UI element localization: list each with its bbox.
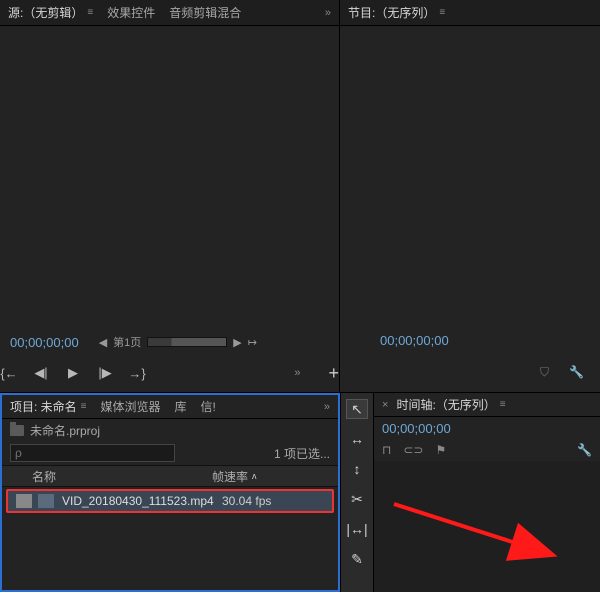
tab-source[interactable]: 源:（无剪辑） ≡ — [8, 4, 93, 21]
project-panel: 项目: 未命名 ≡ 媒体浏览器 库 信! » 未命名.prproj 1 项已选.… — [0, 393, 340, 592]
tool-slip[interactable]: |↔| — [346, 519, 368, 539]
timeline-prefix-icon: × — [382, 399, 388, 411]
tool-selection[interactable]: ↖ — [346, 399, 368, 419]
tool-strip: ↖ ↔ ↕ ✂ |↔| ✎ — [340, 393, 374, 592]
media-name: VID_20180430_111523.mp4 — [62, 494, 222, 508]
project-search-row: 1 项已选... — [2, 441, 338, 465]
column-name[interactable]: 名称 — [2, 468, 212, 485]
marker-tool[interactable]: ⚑ — [435, 443, 446, 457]
media-fps: 30.04 fps — [222, 494, 271, 508]
item-count-label: 1 项已选... — [274, 445, 330, 462]
bin-icon — [10, 425, 24, 436]
transport-overflow-icon[interactable]: » — [294, 367, 300, 379]
tool-ripple-edit[interactable]: ↕ — [346, 459, 368, 479]
tabs-overflow-icon[interactable]: » — [325, 7, 331, 19]
panel-menu-icon[interactable]: ≡ — [500, 399, 506, 410]
media-item-row[interactable]: VID_20180430_111523.mp4 30.04 fps — [6, 489, 334, 513]
wrench-icon[interactable]: 🔧 — [569, 365, 584, 379]
source-transport: {← ◀| ▶ |▶ →} » + — [0, 354, 339, 392]
tab-effect-controls[interactable]: 效果控件 — [107, 4, 155, 21]
timeline-tracks-area[interactable] — [374, 461, 600, 592]
project-file-row: 未命名.prproj — [2, 419, 338, 441]
pager-end-icon[interactable]: ↦ — [248, 336, 257, 349]
source-viewer — [0, 26, 339, 330]
tab-source-label: 源:（无剪辑） — [8, 4, 83, 21]
play-button[interactable]: ▶ — [64, 364, 82, 382]
program-timebar: 00;00;00;00 — [340, 328, 600, 352]
program-tabs: 节目:（无序列） ≡ — [340, 0, 600, 26]
tab-project-label: 项目: 未命名 — [10, 398, 77, 415]
tab-info[interactable]: 信! — [201, 398, 216, 415]
source-tabs: 源:（无剪辑） ≡ 效果控件 音频剪辑混合 » — [0, 0, 339, 26]
mark-in-button[interactable]: {← — [0, 364, 18, 382]
tab-audio-clip-mixer[interactable]: 音频剪辑混合 — [169, 4, 241, 21]
link-toggle[interactable]: ⊂⊃ — [403, 443, 423, 457]
panel-menu-icon[interactable]: ≡ — [87, 7, 93, 18]
step-back-button[interactable]: ◀| — [32, 364, 50, 382]
program-viewer — [340, 26, 600, 328]
column-fps-label: 帧速率 — [212, 468, 248, 485]
tab-program[interactable]: 节目:（无序列） ≡ — [348, 4, 445, 21]
timeline-timecode[interactable]: 00;00;00;00 — [374, 417, 600, 439]
mark-out-button[interactable]: →} — [128, 364, 146, 382]
project-list-header: 名称 帧速率 ʌ — [2, 465, 338, 487]
timeline-toolbar: ⊓ ⊂⊃ ⚑ 🔧 — [374, 439, 600, 461]
project-tabs: 项目: 未命名 ≡ 媒体浏览器 库 信! » — [2, 395, 338, 419]
tool-razor[interactable]: ✂ — [346, 489, 368, 509]
pager-prev-icon[interactable]: ◀ — [99, 336, 107, 349]
shield-icon[interactable]: ⛉ — [540, 365, 549, 380]
pager-track[interactable] — [147, 337, 227, 347]
program-bottom-bar: ⛉ 🔧 — [340, 352, 600, 392]
panel-menu-icon[interactable]: ≡ — [81, 401, 87, 412]
add-button[interactable]: + — [328, 363, 339, 384]
tab-media-browser[interactable]: 媒体浏览器 — [101, 398, 161, 415]
tool-pen[interactable]: ✎ — [346, 549, 368, 569]
timeline-settings[interactable]: 🔧 — [577, 443, 592, 457]
source-pager[interactable]: ◀ 第1页 ▶ ↦ — [99, 334, 257, 350]
tabs-overflow-icon[interactable]: » — [324, 401, 330, 413]
project-file-name: 未命名.prproj — [30, 422, 100, 439]
video-file-icon — [38, 494, 54, 508]
source-panel: 源:（无剪辑） ≡ 效果控件 音频剪辑混合 » 00;00;00;00 ◀ 第1… — [0, 0, 340, 392]
search-input[interactable] — [10, 444, 175, 462]
source-timebar: 00;00;00;00 ◀ 第1页 ▶ ↦ — [0, 330, 339, 354]
tab-program-label: 节目:（无序列） — [348, 4, 435, 21]
panel-menu-icon[interactable]: ≡ — [439, 7, 445, 18]
timeline-tabs: × 时间轴:（无序列） ≡ — [374, 393, 600, 417]
pager-label: 第1页 — [113, 334, 141, 350]
tool-track-select[interactable]: ↔ — [346, 429, 368, 449]
snap-toggle[interactable]: ⊓ — [382, 443, 391, 457]
sort-caret-icon: ʌ — [252, 471, 257, 481]
source-timecode[interactable]: 00;00;00;00 — [10, 335, 79, 350]
program-panel: 节目:（无序列） ≡ 00;00;00;00 ⛉ 🔧 — [340, 0, 600, 392]
pager-next-icon[interactable]: ▶ — [233, 336, 241, 349]
program-timecode[interactable]: 00;00;00;00 — [380, 333, 449, 348]
column-fps[interactable]: 帧速率 ʌ — [212, 468, 338, 485]
tab-library[interactable]: 库 — [175, 398, 187, 415]
media-thumb-icon — [16, 494, 32, 508]
tab-timeline[interactable]: 时间轴:（无序列） ≡ — [396, 396, 505, 413]
step-forward-button[interactable]: |▶ — [96, 364, 114, 382]
timeline-panel: × 时间轴:（无序列） ≡ 00;00;00;00 ⊓ ⊂⊃ ⚑ 🔧 — [374, 393, 600, 592]
tab-project[interactable]: 项目: 未命名 ≡ — [10, 398, 87, 415]
tab-timeline-label: 时间轴:（无序列） — [396, 396, 495, 413]
